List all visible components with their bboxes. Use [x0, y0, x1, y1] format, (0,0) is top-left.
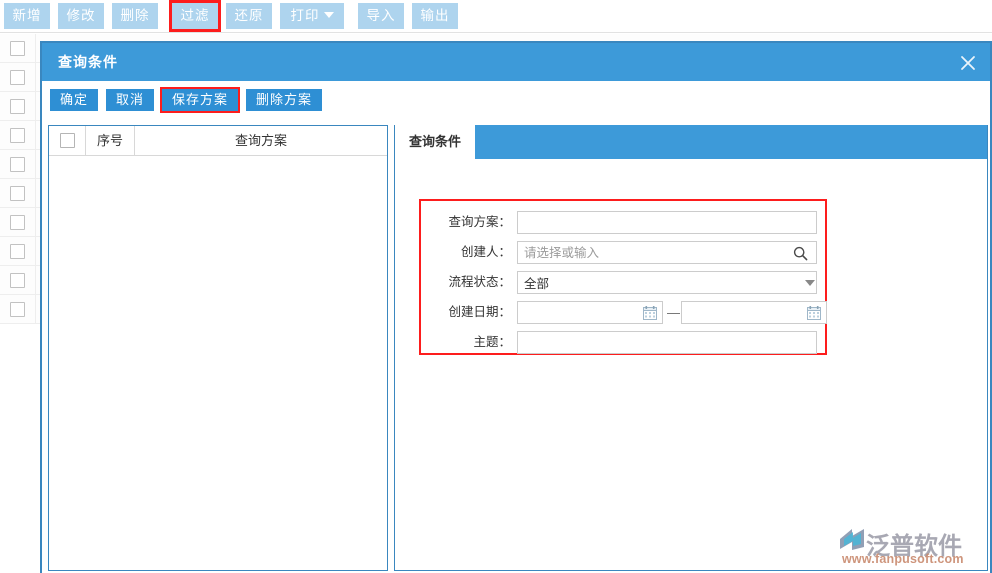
create-date-start-field[interactable] [517, 301, 663, 324]
select-all-checkbox[interactable] [60, 133, 75, 148]
column-divider [35, 150, 36, 179]
import-button[interactable]: 导入 [358, 3, 404, 29]
confirm-button[interactable]: 确定 [50, 89, 98, 111]
calendar-icon[interactable] [643, 306, 657, 320]
tab-strip: 查询条件 [395, 125, 987, 159]
checkbox-unchecked-icon[interactable] [10, 70, 25, 85]
column-divider [35, 34, 36, 63]
scheme-list-body[interactable] [49, 156, 387, 570]
column-divider [35, 208, 36, 237]
toolbar-button-label: 导入 [366, 8, 396, 23]
app-root: 新增 修改 删除 过滤 还原 打印 导入 输出 查询条件 确定 取消 保存方案 删除方案 序号 查询方… [0, 0, 992, 573]
create-date-end-field[interactable] [681, 301, 827, 324]
scheme-list-panel: 序号 查询方案 [48, 125, 388, 571]
date-range-separator: — [667, 305, 680, 320]
edit-button[interactable]: 修改 [58, 3, 104, 29]
toolbar-button-label: 打印 [290, 8, 320, 23]
column-divider [35, 92, 36, 121]
form-row-process-status: 流程状态： [421, 267, 825, 297]
calendar-icon[interactable] [807, 306, 821, 320]
toolbar-button-label: 新增 [12, 8, 42, 23]
toolbar-button-label: 修改 [66, 8, 96, 23]
checkbox-unchecked-icon[interactable] [10, 186, 25, 201]
column-divider [35, 266, 36, 295]
create-date-label: 创建日期： [448, 305, 511, 319]
toolbar-button-label: 删除 [120, 8, 150, 23]
dialog-action-bar: 确定 取消 保存方案 删除方案 [42, 81, 990, 117]
scheme-list-header: 序号 查询方案 [49, 126, 387, 156]
delete-button[interactable]: 删除 [112, 3, 158, 29]
column-scheme[interactable]: 查询方案 [135, 126, 387, 155]
toolbar-button-label: 还原 [234, 8, 264, 23]
process-status-input[interactable] [517, 271, 817, 294]
checkbox-unchecked-icon[interactable] [10, 215, 25, 230]
filter-button[interactable]: 过滤 [169, 0, 221, 32]
create-date-start-input[interactable] [518, 302, 642, 323]
checkbox-unchecked-icon[interactable] [10, 273, 25, 288]
column-index[interactable]: 序号 [86, 126, 134, 155]
subject-label: 主题： [473, 335, 511, 349]
restore-button[interactable]: 还原 [226, 3, 272, 29]
checkbox-unchecked-icon[interactable] [10, 244, 25, 259]
query-conditions-panel: 查询条件 查询方案： 创建人： 流程状态： 创建日期： — 主题： [394, 125, 988, 571]
scheme-name-input[interactable] [517, 211, 817, 234]
print-button[interactable]: 打印 [280, 3, 344, 29]
column-divider [35, 237, 36, 266]
watermark-url: www.fanpusoft.com [842, 552, 964, 566]
column-divider [35, 179, 36, 208]
checkbox-unchecked-icon[interactable] [10, 302, 25, 317]
checkbox-unchecked-icon[interactable] [10, 41, 25, 56]
dialog-title-bar: 查询条件 [42, 43, 990, 81]
add-button[interactable]: 新增 [4, 3, 50, 29]
chevron-down-icon[interactable] [323, 12, 334, 19]
creator-label: 创建人： [460, 245, 511, 259]
column-divider [35, 63, 36, 92]
creator-input[interactable] [517, 241, 817, 264]
form-row-create-date: 创建日期： — [421, 297, 827, 327]
toolbar-button-label: 输出 [420, 8, 450, 23]
form-row-subject: 主题： [421, 327, 825, 357]
form-row-creator: 创建人： [421, 237, 825, 267]
close-icon[interactable] [958, 53, 978, 73]
search-icon[interactable] [793, 246, 808, 265]
checkbox-unchecked-icon[interactable] [10, 157, 25, 172]
subject-input[interactable] [517, 331, 817, 354]
tab-query-conditions[interactable]: 查询条件 [395, 125, 475, 159]
query-conditions-dialog: 查询条件 确定取消保存方案删除方案 序号查询方案 查询条件 查询方案： 创建人： 流… [40, 41, 992, 573]
checkbox-unchecked-icon[interactable] [10, 99, 25, 114]
main-toolbar: 新增 修改 删除 过滤 还原 打印 导入 输出 [0, 0, 992, 33]
scheme-name-label: 查询方案： [448, 215, 511, 229]
query-form: 查询方案： 创建人： 流程状态： 创建日期： — 主题： [419, 199, 827, 355]
save-scheme-button[interactable]: 保存方案 [160, 87, 240, 113]
checkbox-unchecked-icon[interactable] [10, 128, 25, 143]
cancel-button[interactable]: 取消 [106, 89, 154, 111]
process-status-label: 流程状态： [448, 275, 511, 289]
delete-scheme-button[interactable]: 删除方案 [246, 89, 322, 111]
dialog-title: 查询条件 [58, 54, 118, 70]
form-row-scheme-name: 查询方案： [421, 207, 825, 237]
toolbar-button-label: 过滤 [180, 8, 210, 23]
export-button[interactable]: 输出 [412, 3, 458, 29]
column-divider [35, 295, 36, 324]
create-date-end-input[interactable] [682, 302, 806, 323]
fanpu-logo-icon [840, 529, 864, 550]
column-divider [35, 121, 36, 150]
watermark: 泛普软件 www.fanpusoft.com [836, 527, 984, 567]
